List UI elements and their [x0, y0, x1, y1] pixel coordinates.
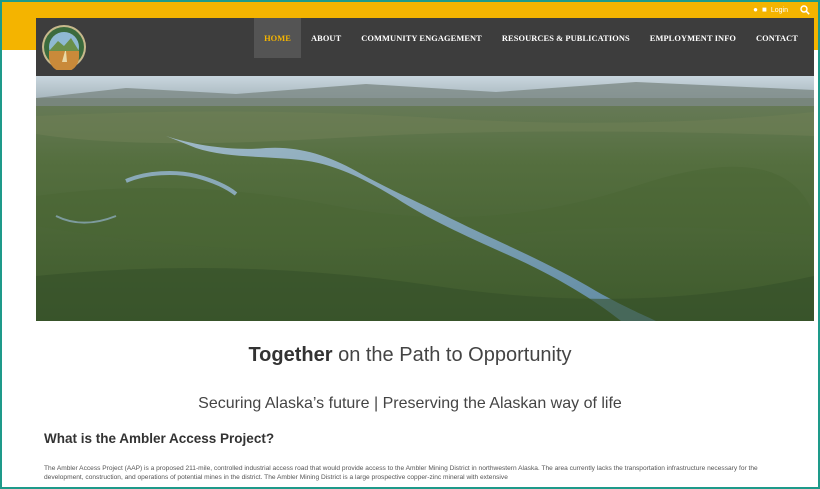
nav-item-home[interactable]: HOME: [254, 18, 301, 58]
nav-item-employment-info[interactable]: EMPLOYMENT INFO: [640, 18, 746, 58]
hero-image: [36, 76, 814, 321]
login-link[interactable]: Login: [771, 7, 788, 14]
user-icon[interactable]: ●: [753, 6, 758, 14]
headline-bold: Together: [248, 344, 333, 366]
lock-icon: ■: [762, 5, 767, 14]
nav-item-about[interactable]: ABOUT: [301, 18, 351, 58]
utility-bar: ● ■ Login: [753, 3, 810, 17]
hero-subhead: Securing Alaska’s future | Preserving th…: [198, 395, 622, 412]
search-icon[interactable]: [800, 5, 810, 15]
nav-item-community-engagement[interactable]: COMMUNITY ENGAGEMENT: [351, 18, 492, 58]
hero-headline: Together on the Path to Opportunity: [2, 344, 818, 367]
intro-paragraph: The Ambler Access Project (AAP) is a pro…: [44, 465, 758, 481]
section-heading: What is the Ambler Access Project?: [44, 431, 275, 446]
ambler-access-logo[interactable]: [41, 24, 87, 70]
nav-menu: HOME ABOUT COMMUNITY ENGAGEMENT RESOURCE…: [254, 18, 808, 58]
nav-item-resources-publications[interactable]: RESOURCES & PUBLICATIONS: [492, 18, 640, 58]
headline-rest: on the Path to Opportunity: [332, 344, 572, 366]
nav-item-contact[interactable]: CONTACT: [746, 18, 808, 58]
main-navigation: HOME ABOUT COMMUNITY ENGAGEMENT RESOURCE…: [36, 18, 814, 76]
page-frame: ● ■ Login HOME ABOUT COMMUNITY ENGAGEMEN…: [0, 0, 820, 489]
